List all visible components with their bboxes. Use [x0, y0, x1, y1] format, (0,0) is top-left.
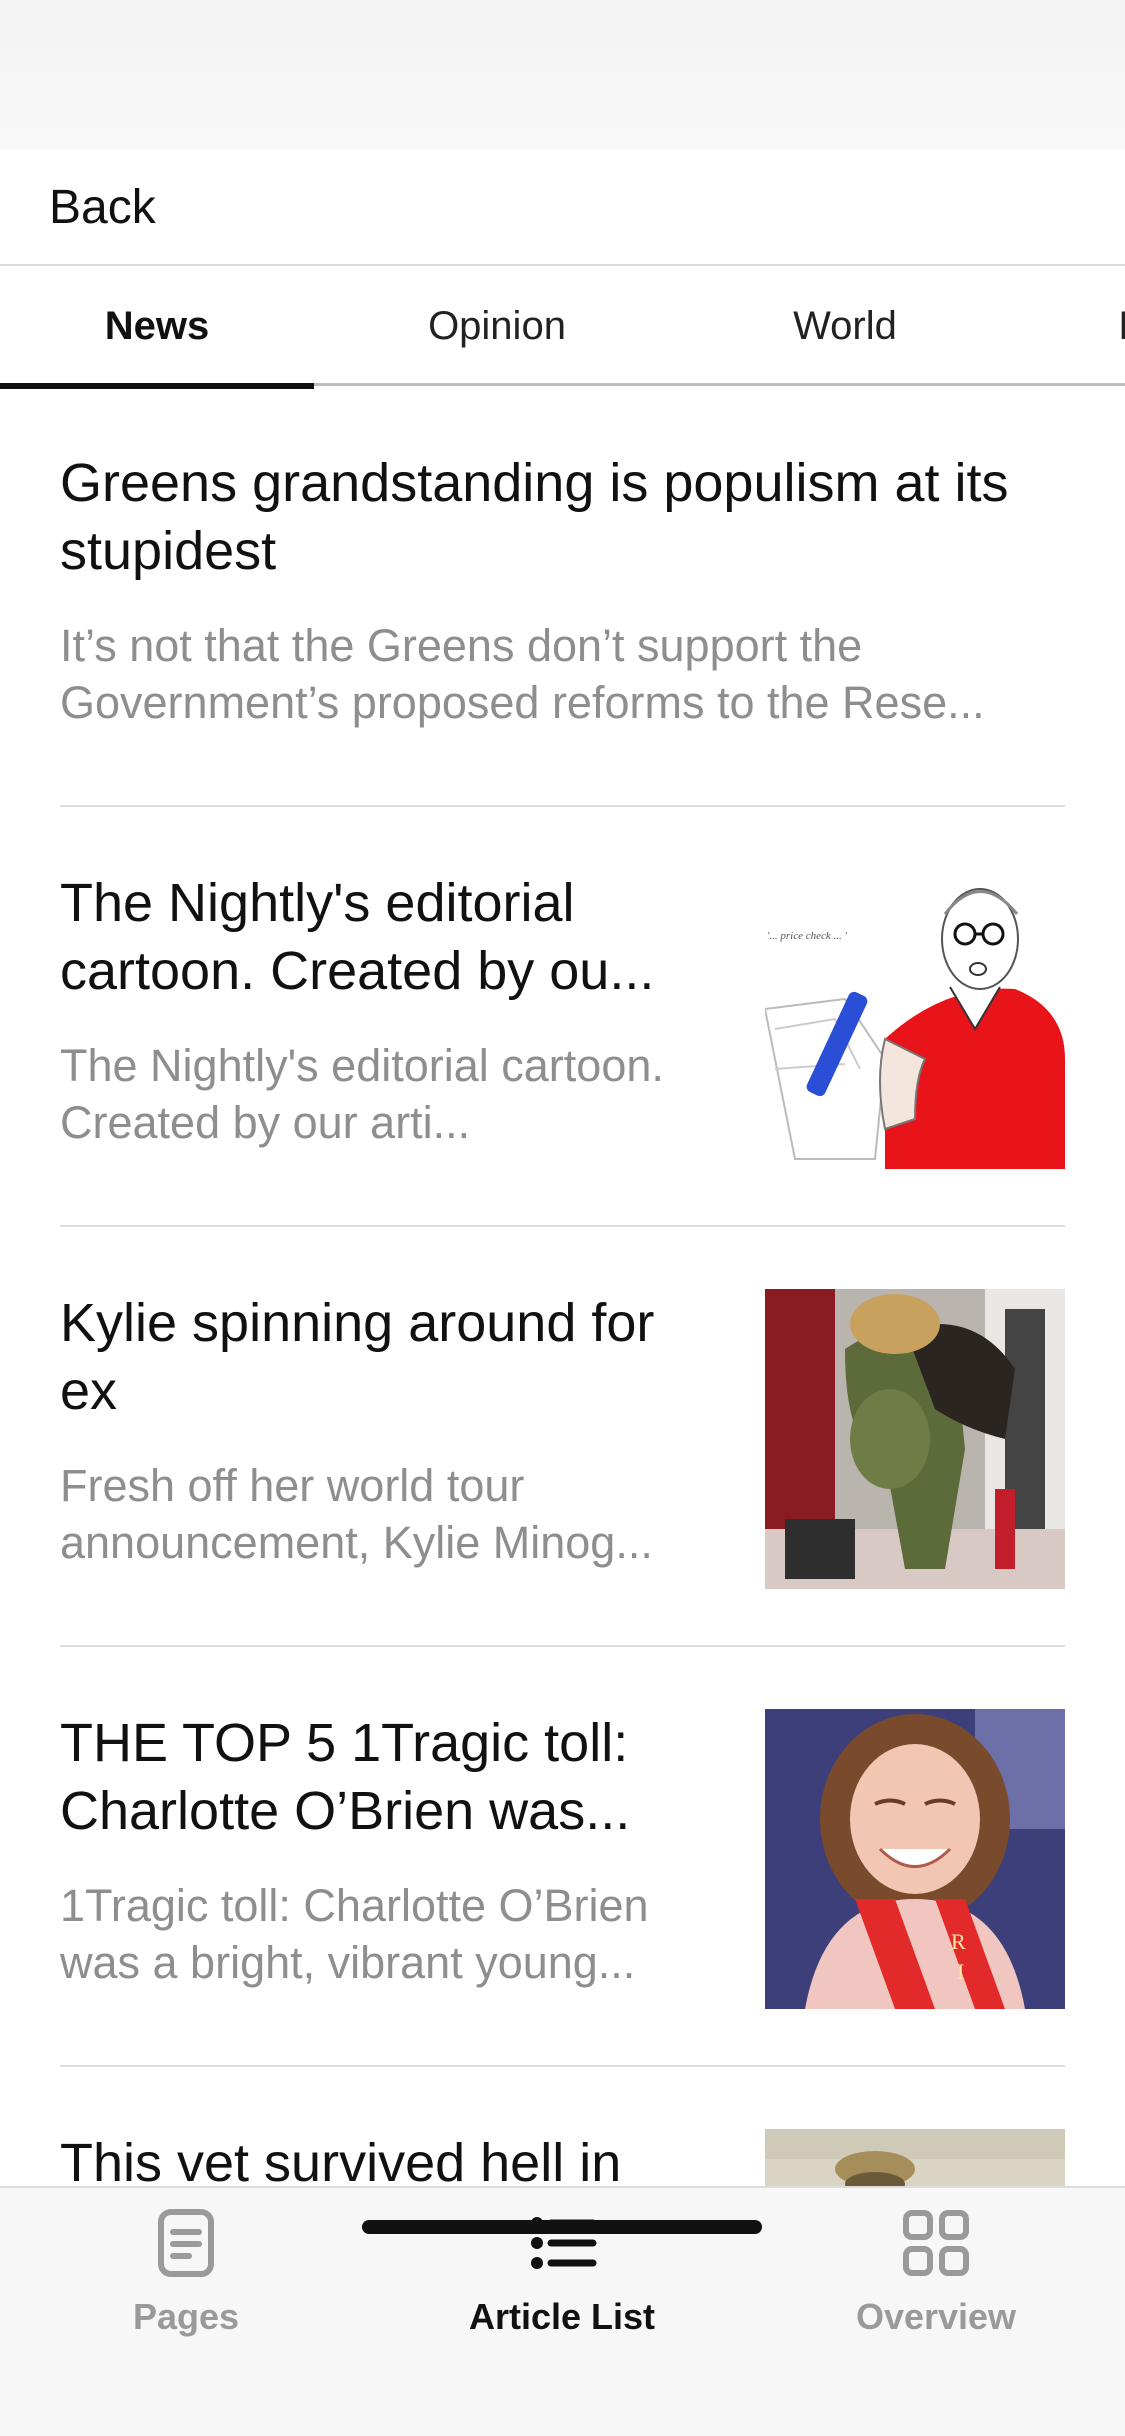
- article-item[interactable]: The Nightly's editorial cartoon. Created…: [60, 869, 1065, 1227]
- nav-article-list-label: Article List: [468, 2296, 656, 2337]
- tab-opinion[interactable]: Opinion: [340, 266, 654, 386]
- article-title: THE TOP 5 1Tragic toll: Charlotte O’Brie…: [60, 1713, 631, 1841]
- cartoon-illustration: '... price check ... ': [765, 869, 1065, 1169]
- article-description: Fresh off her world tour announcement, K…: [60, 1460, 653, 1568]
- top-header: Back: [0, 150, 1125, 266]
- article-thumbnail: [765, 1289, 1065, 1589]
- nav-pages-label: Pages: [132, 2296, 240, 2337]
- home-indicator[interactable]: [362, 2220, 762, 2234]
- article-title: This vet survived hell in: [60, 2133, 622, 2186]
- article-description: The Nightly's editorial cartoon. Created…: [60, 1040, 664, 1148]
- photo-kylie: [765, 1289, 1065, 1589]
- list-icon: [531, 2217, 597, 2269]
- article-item[interactable]: Greens grandstanding is populism at its …: [60, 449, 1065, 807]
- nav-pages[interactable]: Pages: [36, 2208, 336, 2348]
- section-tabs: News Opinion World I: [0, 266, 1125, 389]
- article-title: Kylie spinning around for ex: [60, 1293, 655, 1421]
- article-description: 1Tragic toll: Charlotte O’Brien was a br…: [60, 1880, 649, 1988]
- photo-charlotte: R I: [765, 1709, 1065, 2009]
- nav-overview[interactable]: Overview: [786, 2208, 1086, 2348]
- back-button[interactable]: Back: [49, 180, 156, 235]
- svg-text:R: R: [951, 1929, 966, 1954]
- cartoon-caption: '... price check ... ': [767, 930, 847, 942]
- tab-world[interactable]: World: [688, 266, 1002, 386]
- article-thumbnail: [765, 2129, 1065, 2186]
- article-description: It’s not that the Greens don’t support t…: [60, 620, 985, 728]
- article-item[interactable]: Kylie spinning around for ex Fresh off h…: [60, 1289, 1065, 1647]
- article-list: Greens grandstanding is populism at its …: [0, 389, 1125, 2186]
- status-bar-area: [0, 0, 1125, 150]
- app-screen: Back News Opinion World I Greens grandst…: [0, 0, 1125, 2436]
- article-title: The Nightly's editorial cartoon. Created…: [60, 873, 655, 1001]
- article-thumbnail: R I: [765, 1709, 1065, 2009]
- article-item[interactable]: This vet survived hell in: [60, 2129, 1065, 2186]
- pages-icon: [158, 2209, 214, 2277]
- article-title: Greens grandstanding is populism at its …: [60, 453, 1009, 581]
- tab-partial[interactable]: I: [1118, 266, 1125, 386]
- grid-icon: [903, 2210, 969, 2276]
- photo-vet: [765, 2129, 1065, 2186]
- article-item[interactable]: THE TOP 5 1Tragic toll: Charlotte O’Brie…: [60, 1709, 1065, 2067]
- tab-news[interactable]: News: [0, 266, 314, 389]
- article-thumbnail: '... price check ... ': [765, 869, 1065, 1169]
- nav-overview-label: Overview: [855, 2296, 1017, 2337]
- svg-text:I: I: [957, 1959, 964, 1984]
